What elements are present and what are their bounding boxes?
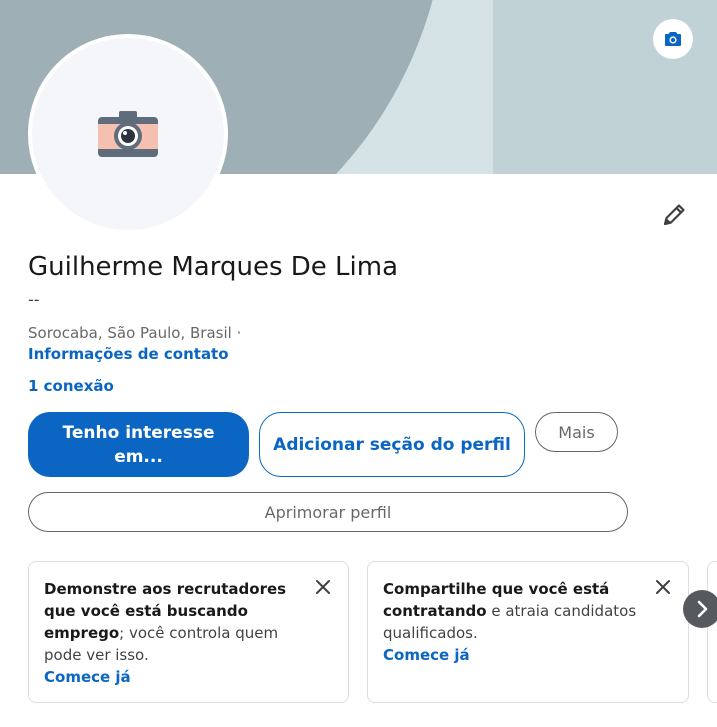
improve-profile-button[interactable]: Aprimorar perfil — [28, 492, 628, 532]
next-card-partial — [707, 561, 717, 703]
connections-link[interactable]: 1 conexão — [28, 377, 114, 395]
profile-headline: -- — [28, 290, 40, 309]
dismiss-card-button[interactable] — [652, 576, 674, 598]
contact-info-link[interactable]: Informações de contato — [28, 345, 229, 363]
card-text: Compartilhe que você está contratando e … — [383, 578, 673, 644]
profile-name: Guilherme Marques De Lima — [28, 252, 399, 282]
get-started-link[interactable]: Comece já — [44, 666, 333, 688]
carousel-next-button[interactable] — [683, 590, 717, 628]
edit-intro-button[interactable] — [655, 196, 693, 234]
open-to-button[interactable]: Tenho interesse em... — [28, 412, 249, 477]
add-profile-section-button[interactable]: Adicionar seção do perfil — [259, 412, 525, 477]
job-seeking-card: Demonstre aos recrutadores que você está… — [28, 561, 349, 703]
edit-banner-button[interactable] — [653, 19, 693, 59]
pencil-icon — [663, 204, 685, 226]
dismiss-card-button[interactable] — [312, 576, 334, 598]
camera-icon — [665, 32, 681, 46]
hiring-card: Compartilhe que você está contratando e … — [367, 561, 689, 703]
get-started-link[interactable]: Comece já — [383, 644, 673, 666]
close-icon — [316, 580, 330, 594]
profile-photo[interactable] — [28, 34, 228, 234]
card-text: Demonstre aos recrutadores que você está… — [44, 578, 333, 666]
profile-location: Sorocaba, São Paulo, Brasil · — [28, 324, 242, 342]
camera-illustration-icon — [98, 111, 158, 157]
chevron-right-icon — [697, 600, 708, 618]
more-button[interactable]: Mais — [535, 412, 618, 452]
close-icon — [656, 580, 670, 594]
